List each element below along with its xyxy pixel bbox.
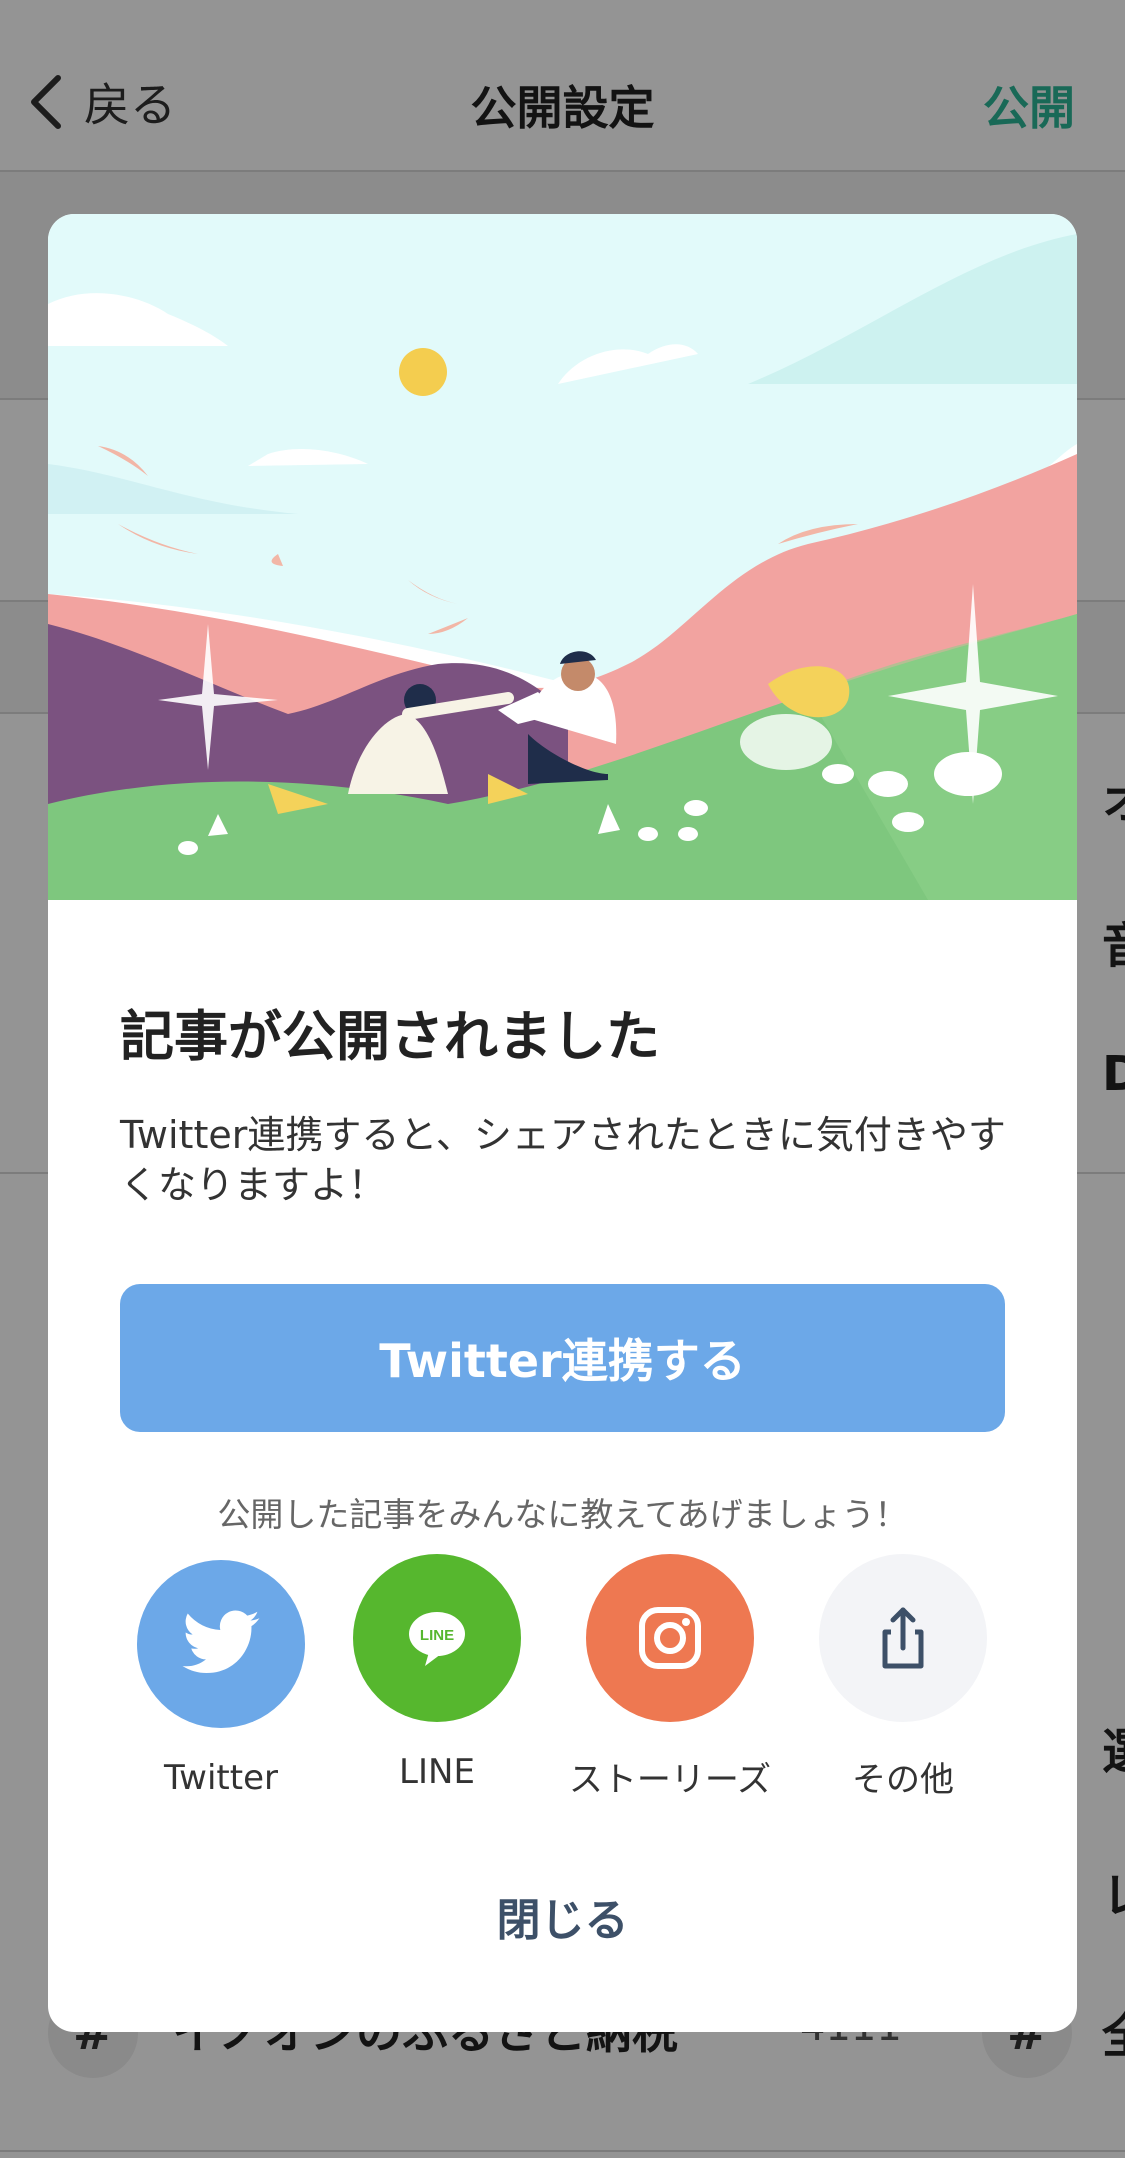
twitter-circle[interactable]: [137, 1560, 305, 1728]
other-circle[interactable]: [819, 1554, 987, 1722]
svg-text:LINE: LINE: [420, 1627, 454, 1644]
share-prompt: 公開した記事をみんなに教えてあげましょう！: [217, 1495, 908, 1534]
share-label-other: その他: [852, 1760, 954, 1800]
line-circle[interactable]: LINE: [353, 1554, 521, 1722]
share-stories-button[interactable]: ストーリーズ: [568, 1554, 772, 1801]
modal-title: 記事が公開されました: [120, 1005, 660, 1068]
modal-description: Twitter連携すると、シェアされたときに気付きやすくなりますよ！: [120, 1113, 1006, 1207]
celebration-illustration: [48, 214, 1077, 900]
share-other-button[interactable]: その他: [803, 1554, 1003, 1801]
share-label-twitter: Twitter: [164, 1758, 278, 1798]
share-label-line: LINE: [399, 1752, 475, 1792]
share-label-stories: ストーリーズ: [568, 1760, 772, 1800]
published-modal: 記事が公開されました Twitter連携すると、シェアされたときに気付きやすくな…: [48, 214, 1077, 2032]
share-line-button[interactable]: LINE LINE: [337, 1554, 537, 1792]
close-button[interactable]: 閉じる: [48, 1884, 1077, 1948]
twitter-connect-button[interactable]: Twitter連携する: [120, 1284, 1005, 1432]
twitter-bird-icon: [182, 1610, 260, 1674]
instagram-icon: [639, 1607, 701, 1669]
stories-circle[interactable]: [586, 1554, 754, 1722]
share-twitter-button[interactable]: Twitter: [121, 1560, 321, 1798]
line-icon: LINE: [409, 1612, 465, 1666]
share-icon: [882, 1607, 924, 1669]
